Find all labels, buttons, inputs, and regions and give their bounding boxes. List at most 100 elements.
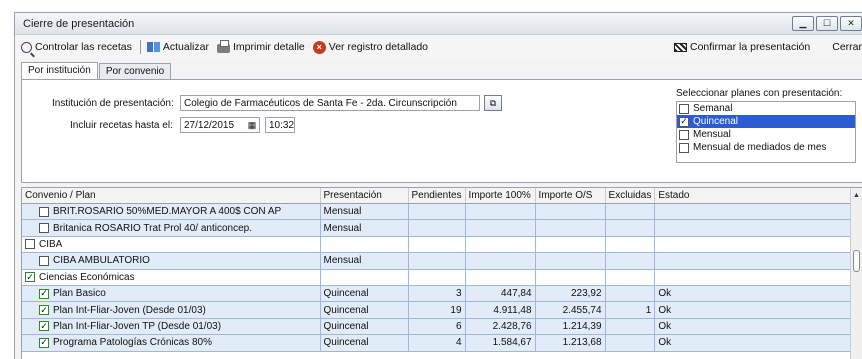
presentacion-cell: Quincenal	[320, 301, 409, 319]
importe-100-cell	[465, 203, 536, 221]
institucion-field[interactable]: Colegio de Farmacéuticos de Santa Fe - 2…	[180, 95, 480, 111]
plan-cell: ✓ Programa Patologías Crónicas 80%	[22, 334, 321, 352]
column-header[interactable]: Pendientes	[408, 188, 466, 204]
estado-cell: Ok	[654, 318, 862, 336]
plan-item-quincenal[interactable]: ✓ Quincenal	[677, 115, 855, 128]
importe-os-cell: 1.213,68	[535, 334, 606, 352]
estado-cell: Ok	[654, 301, 862, 319]
table-row[interactable]: ✓ Plan Int-Fliar-Joven TP (Desde 01/03) Qu…	[22, 318, 862, 336]
row-checkbox[interactable]: ✓	[39, 305, 49, 316]
plan-cell: CIBA	[22, 236, 321, 254]
plan-item-mensual-mediados[interactable]: Mensual de mediados de mes	[677, 141, 855, 154]
plan-cell-content: ✓ Plan Basico	[25, 288, 317, 299]
row-checkbox[interactable]	[39, 223, 49, 234]
controlar-recetas-button[interactable]: Controlar las recetas	[21, 41, 132, 53]
calendar-button[interactable]: ▦	[244, 117, 260, 133]
plan-cell-content: BRIT.ROSARIO 50%MED.MAYOR A 400$ CON AP	[25, 206, 317, 217]
estado-cell	[654, 219, 862, 237]
table-row[interactable]: ✓ Plan Basico Quincenal 3 447,84 223,92 Ok	[22, 285, 862, 303]
table-row[interactable]: CIBA AMBULATORIO Mensual	[22, 252, 862, 270]
plan-item-mensual[interactable]: Mensual	[677, 128, 855, 141]
excluidas-cell	[605, 203, 656, 221]
importe-100-cell	[465, 236, 536, 254]
planes-title: Seleccionar planes con presentación:	[676, 88, 843, 99]
title-bar: Cierre de presentación ▁ ☐ ✕	[15, 13, 862, 35]
institucion-label: Institución de presentación:	[52, 98, 174, 109]
table-row[interactable]: ✓ Ciencias Económicas	[22, 269, 862, 286]
plan-cell-content: CIBA	[25, 239, 317, 250]
importe-os-cell: 223,92	[535, 285, 606, 303]
tab-por-convenio[interactable]: Por convenio	[98, 63, 172, 80]
column-header[interactable]: Convenio / Plan	[22, 188, 321, 204]
hora-field[interactable]: 10:32	[265, 117, 295, 133]
excluidas-cell	[605, 219, 656, 237]
imprimir-label: Imprimir detalle	[232, 41, 305, 53]
pendientes-cell	[408, 252, 466, 270]
tab-por-institucion[interactable]: Por institución	[21, 62, 98, 80]
scroll-thumb[interactable]	[853, 250, 860, 272]
row-checkbox[interactable]	[39, 206, 49, 217]
checkbox[interactable]	[679, 142, 689, 153]
close-button[interactable]: ✕	[840, 16, 862, 31]
plan-name: BRIT.ROSARIO 50%MED.MAYOR A 400$ CON AP	[53, 206, 282, 218]
presentacion-cell	[320, 236, 409, 254]
importe-100-cell	[465, 252, 536, 270]
plan-item-semanal[interactable]: Semanal	[677, 102, 855, 115]
plan-cell: Britanica ROSARIO Trat Prol 40/ anticonc…	[22, 219, 321, 237]
ver-registro-button[interactable]: × Ver registro detallado	[312, 40, 428, 54]
table-row[interactable]: BRIT.ROSARIO 50%MED.MAYOR A 400$ CON AP M…	[22, 203, 862, 221]
convenios-grid: Convenio / Plan Presentación Pendientes …	[21, 187, 862, 359]
vertical-scrollbar[interactable]: ▲	[850, 188, 862, 359]
minimize-button[interactable]: ▁	[792, 16, 814, 31]
presentacion-cell: Quincenal	[320, 318, 409, 336]
toolbar-right: Confirmar la presentación Cerrar	[674, 35, 862, 59]
controlar-label: Controlar las recetas	[35, 41, 132, 53]
scroll-up-icon[interactable]: ▲	[853, 192, 860, 199]
plan-cell: ✓ Plan Basico	[22, 285, 321, 303]
confirmar-presentacion-button[interactable]: Confirmar la presentación	[674, 41, 810, 53]
pendientes-cell: 6	[408, 318, 466, 336]
importe-100-cell	[465, 219, 536, 237]
plan-name: Britanica ROSARIO Trat Prol 40/ anticonc…	[53, 222, 252, 234]
table-row[interactable]: ✓ Plan Int-Fliar-Joven (Desde 01/03) Quinc…	[22, 301, 862, 319]
pendientes-cell: 3	[408, 285, 466, 303]
planes-selector: Seleccionar planes con presentación: Sem…	[676, 88, 856, 164]
row-checkbox[interactable]: ✓	[39, 337, 49, 348]
institucion-lookup-button[interactable]: ⧉	[484, 95, 502, 111]
grid-header: Convenio / Plan Presentación Pendientes …	[22, 188, 862, 204]
row-checkbox[interactable]: ✓	[39, 321, 49, 332]
plan-cell: ✓ Ciencias Económicas	[22, 269, 321, 286]
tab-strip: Por institución Por convenio	[21, 62, 172, 80]
cerrar-button[interactable]: Cerrar	[832, 41, 862, 53]
row-checkbox[interactable]: ✓	[25, 272, 35, 283]
pendientes-cell: 19	[408, 301, 466, 319]
estado-cell	[654, 236, 862, 254]
column-header[interactable]: Importe O/S	[535, 188, 606, 204]
column-header[interactable]: Excluidas	[605, 188, 656, 204]
table-row[interactable]: CIBA	[22, 236, 862, 254]
table-row[interactable]: ✓ Programa Patologías Crónicas 80% Quincen…	[22, 334, 862, 352]
actualizar-button[interactable]: Actualizar	[146, 41, 209, 53]
checkbox[interactable]: ✓	[679, 116, 689, 127]
plan-cell-content: ✓ Ciencias Económicas	[25, 272, 317, 283]
column-header[interactable]: Importe 100%	[465, 188, 536, 204]
importe-os-cell	[535, 203, 606, 221]
excluidas-cell	[605, 269, 656, 286]
checkbox[interactable]	[679, 103, 689, 114]
pendientes-cell	[408, 269, 466, 286]
row-checkbox[interactable]	[25, 239, 35, 250]
column-header[interactable]: Estado	[654, 188, 862, 204]
row-checkbox[interactable]: ✓	[39, 288, 49, 299]
imprimir-detalle-button[interactable]: Imprimir detalle	[216, 40, 305, 53]
importe-os-cell	[535, 269, 606, 286]
row-checkbox[interactable]	[39, 255, 49, 266]
maximize-button[interactable]: ☐	[816, 16, 838, 31]
importe-os-cell: 2.455,74	[535, 301, 606, 319]
column-header[interactable]: Presentación	[320, 188, 409, 204]
pendientes-cell	[408, 236, 466, 254]
table-row[interactable]: Britanica ROSARIO Trat Prol 40/ anticonc…	[22, 219, 862, 237]
importe-100-cell: 447,84	[465, 285, 536, 303]
checkbox[interactable]	[679, 129, 689, 140]
excluidas-cell	[605, 252, 656, 270]
ver-registro-label: Ver registro detallado	[328, 41, 428, 53]
